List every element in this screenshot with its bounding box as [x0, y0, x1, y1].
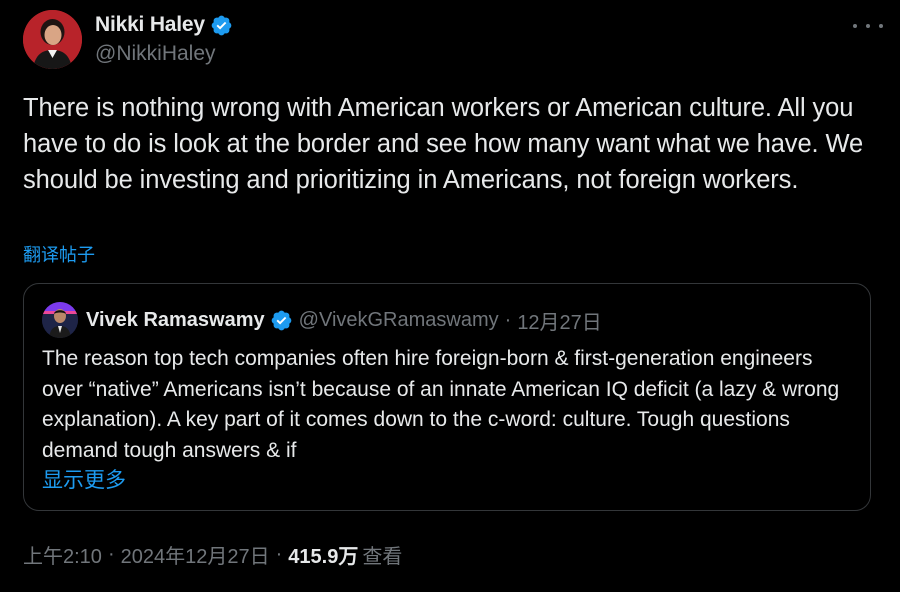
- views-label: 查看: [362, 546, 403, 568]
- dot: [853, 24, 857, 28]
- quoted-tweet-text-block: The reason top tech companies often hire…: [42, 344, 857, 497]
- author-name-row: Nikki Haley: [95, 12, 233, 38]
- tweet-date[interactable]: 2024年12月27日: [121, 540, 270, 569]
- more-options-icon[interactable]: [853, 16, 883, 36]
- quoted-author-avatar[interactable]: [42, 302, 78, 338]
- meta-separator: ·: [504, 308, 512, 331]
- views-count[interactable]: 415.9万: [288, 540, 358, 569]
- show-more-link[interactable]: 显示更多: [42, 466, 857, 497]
- quoted-author-handle[interactable]: @VivekGRamaswamy: [299, 309, 499, 332]
- quoted-author-name[interactable]: Vivek Ramaswamy: [86, 309, 265, 332]
- meta-separator: ·: [107, 543, 115, 565]
- author-avatar[interactable]: [23, 10, 82, 69]
- dot: [866, 24, 870, 28]
- meta-separator: ·: [275, 543, 283, 565]
- quoted-tweet-date[interactable]: 12月27日: [517, 306, 602, 335]
- translate-post-link[interactable]: 翻译帖子: [23, 241, 95, 267]
- quoted-tweet-header: Vivek Ramaswamy @VivekGRamaswamy · 12月27…: [42, 302, 602, 338]
- dot: [879, 24, 883, 28]
- tweet-time[interactable]: 上午2:10: [23, 540, 102, 569]
- verified-badge-icon: [211, 15, 232, 35]
- author-info: Nikki Haley @NikkiHaley: [95, 12, 233, 66]
- author-handle[interactable]: @NikkiHaley: [95, 42, 233, 66]
- quoted-tweet-text: The reason top tech companies often hire…: [42, 347, 840, 462]
- author-name[interactable]: Nikki Haley: [95, 13, 205, 37]
- tweet-footer-meta: 上午2:10 · 2024年12月27日 · 415.9万 查看: [23, 540, 402, 569]
- tweet-text: There is nothing wrong with American wor…: [23, 94, 864, 194]
- tweet-header: Nikki Haley @NikkiHaley: [23, 10, 883, 70]
- verified-badge-icon: [271, 310, 291, 330]
- quoted-tweet-card[interactable]: Vivek Ramaswamy @VivekGRamaswamy · 12月27…: [23, 283, 871, 511]
